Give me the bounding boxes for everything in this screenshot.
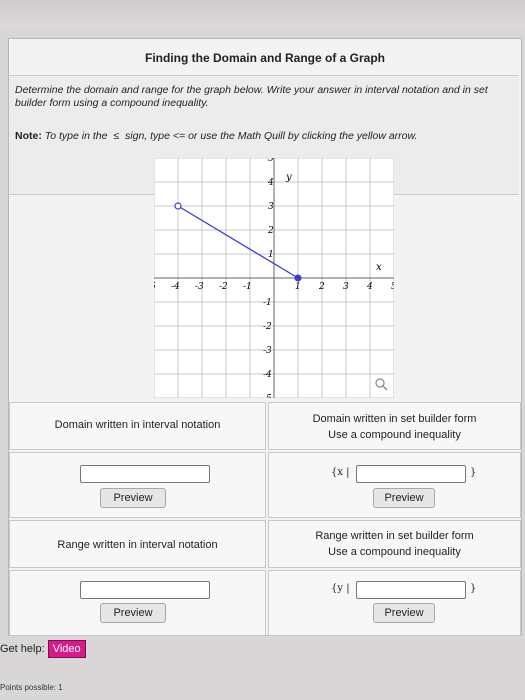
x-tick-label: -1 (243, 282, 252, 292)
question-title: Finding the Domain and Range of a Graph (144, 51, 385, 65)
y-tick-label: -4 (263, 370, 272, 380)
y-tick-label: 5 (268, 158, 274, 164)
range-interval-input-cell: Preview (9, 570, 266, 636)
domain-setbuilder-label-cell: Domain written in set builder form Use a… (268, 402, 521, 450)
domain-setbuilder-suffix: } (470, 467, 477, 478)
range-compound-label: Use a compound inequality (328, 546, 461, 558)
y-tick-label: 2 (267, 226, 274, 236)
x-tick-label: 3 (343, 282, 349, 292)
note-before: To type in the (44, 130, 108, 142)
range-setbuilder-prefix: {y | (331, 583, 350, 594)
x-tick-label: -4 (171, 282, 180, 292)
range-setbuilder-label: Range written in set builder form (315, 530, 474, 542)
domain-setbuilder-input-cell: {x | } Preview (268, 452, 521, 518)
y-tick-label: 3 (268, 202, 274, 212)
domain-interval-preview-button[interactable]: Preview (100, 488, 166, 508)
y-tick-label: -1 (263, 298, 272, 308)
domain-setbuilder-input[interactable] (356, 465, 466, 483)
y-tick-label: 4 (267, 178, 274, 188)
x-tick-label: 5 (391, 282, 394, 292)
instructions-text: Determine the domain and range for the g… (15, 84, 488, 109)
domain-interval-input-cell: Preview (9, 452, 266, 518)
open-endpoint (174, 202, 182, 210)
range-interval-preview-button[interactable]: Preview (100, 603, 166, 623)
x-tick-label: 2 (318, 282, 325, 292)
x-tick-label: 1 (295, 282, 301, 292)
x-tick-label: 4 (366, 282, 373, 292)
note-text: Note: To type in the ≤ sign, type <= or … (15, 130, 417, 142)
y-tick-label: -3 (263, 346, 272, 356)
points-possible: Points possible: 1 (0, 683, 63, 692)
y-tick-label: -2 (263, 322, 272, 332)
question-card: Finding the Domain and Range of a Graph … (8, 38, 522, 636)
domain-interval-label: Domain written in interval notation (54, 419, 221, 431)
domain-compound-label: Use a compound inequality (328, 429, 461, 441)
domain-setbuilder-preview-button[interactable]: Preview (373, 488, 435, 508)
range-setbuilder-suffix: } (470, 583, 477, 594)
y-tick-label: 1 (268, 250, 274, 260)
range-setbuilder-input-cell: {y | } Preview (268, 570, 521, 636)
y-axis-label: y (285, 172, 292, 183)
domain-interval-input[interactable] (80, 465, 210, 483)
domain-setbuilder-prefix: {x | (331, 467, 350, 478)
y-tick-label: -5 (263, 394, 272, 398)
range-interval-input[interactable] (80, 581, 210, 599)
range-interval-label: Range written in interval notation (57, 539, 218, 551)
get-help-label: Get help: (0, 643, 45, 655)
le-symbol: ≤ (113, 130, 120, 142)
range-interval-label-cell: Range written in interval notation (9, 520, 266, 568)
domain-setbuilder-label: Domain written in set builder form (312, 413, 477, 425)
top-strip (0, 0, 525, 28)
video-help-button[interactable]: Video (47, 640, 86, 658)
x-axis-label: x (376, 262, 382, 273)
range-setbuilder-input[interactable] (356, 581, 466, 599)
note-prefix: Note: (15, 130, 42, 142)
range-setbuilder-preview-button[interactable]: Preview (373, 603, 435, 623)
domain-interval-label-cell: Domain written in interval notation (9, 402, 266, 450)
coordinate-graph: -5 -4 -3 -2 -1 1 2 3 4 5 5 4 3 2 1 -1 -2 -3 -4 -5 x y (154, 158, 394, 398)
note-after: sign, type <= or use the Math Quill by c… (125, 130, 418, 142)
x-tick-label: -2 (219, 282, 228, 292)
range-setbuilder-label-cell: Range written in set builder form Use a … (268, 520, 521, 568)
closed-endpoint (294, 274, 302, 282)
get-help: Get help: Video (0, 640, 86, 658)
x-tick-label: -3 (195, 282, 204, 292)
x-tick-label: -5 (154, 282, 156, 292)
